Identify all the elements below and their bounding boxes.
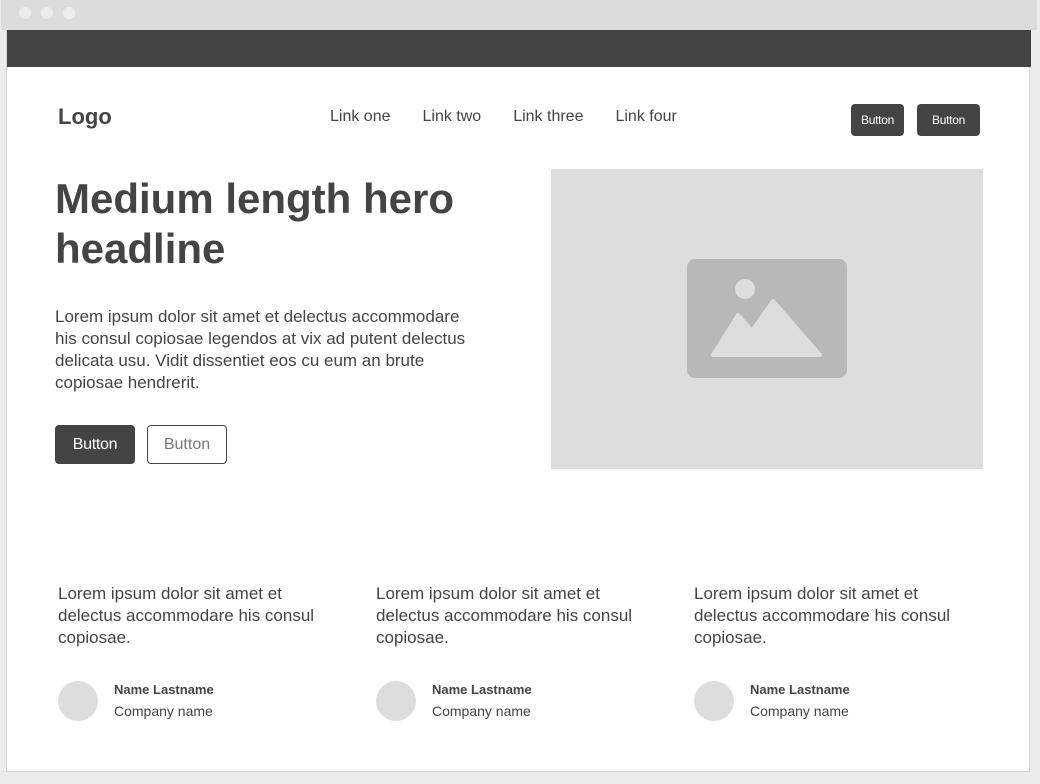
browser-toolbar (7, 30, 1031, 67)
testimonial-company: Company name (114, 703, 213, 719)
nav-link-one[interactable]: Link one (330, 108, 391, 126)
hero-image-placeholder (551, 169, 983, 469)
avatar (376, 681, 416, 721)
avatar (58, 681, 98, 721)
window-close-dot[interactable] (19, 7, 31, 19)
testimonial-card: Lorem ipsum dolor sit amet et delectus a… (376, 583, 666, 721)
logo[interactable]: Logo (58, 104, 112, 130)
testimonial-name: Name Lastname (114, 682, 214, 697)
hero-secondary-button[interactable]: Button (147, 425, 227, 464)
testimonial-quote: Lorem ipsum dolor sit amet et delectus a… (694, 584, 951, 647)
testimonial-company: Company name (432, 703, 531, 719)
testimonial-company: Company name (750, 703, 849, 719)
nav-link-two[interactable]: Link two (423, 108, 482, 126)
image-placeholder-icon (687, 259, 847, 378)
testimonial-card: Lorem ipsum dolor sit amet et delectus a… (694, 583, 984, 721)
nav-link-three[interactable]: Link three (513, 108, 583, 126)
hero-primary-button[interactable]: Button (55, 425, 135, 464)
window-minimize-dot[interactable] (41, 7, 53, 19)
testimonial-quote: Lorem ipsum dolor sit amet et delectus a… (376, 584, 633, 647)
testimonial-name: Name Lastname (750, 682, 850, 697)
testimonial-card: Lorem ipsum dolor sit amet et delectus a… (58, 583, 348, 721)
header-button-2[interactable]: Button (917, 104, 980, 136)
window-maximize-dot[interactable] (63, 7, 75, 19)
nav-link-four[interactable]: Link four (615, 108, 676, 126)
testimonial-name: Name Lastname (432, 682, 532, 697)
main-nav: Link one Link two Link three Link four (330, 108, 677, 126)
testimonial-quote: Lorem ipsum dolor sit amet et delectus a… (58, 584, 315, 647)
window-titlebar (1, 0, 1037, 30)
hero-body-text: Lorem ipsum dolor sit amet et delectus a… (55, 307, 466, 392)
header-button-1[interactable]: Button (851, 104, 904, 136)
hero-headline: Medium length hero headline (55, 175, 454, 272)
browser-window: Logo Link one Link two Link three Link f… (1, 0, 1037, 772)
avatar (694, 681, 734, 721)
